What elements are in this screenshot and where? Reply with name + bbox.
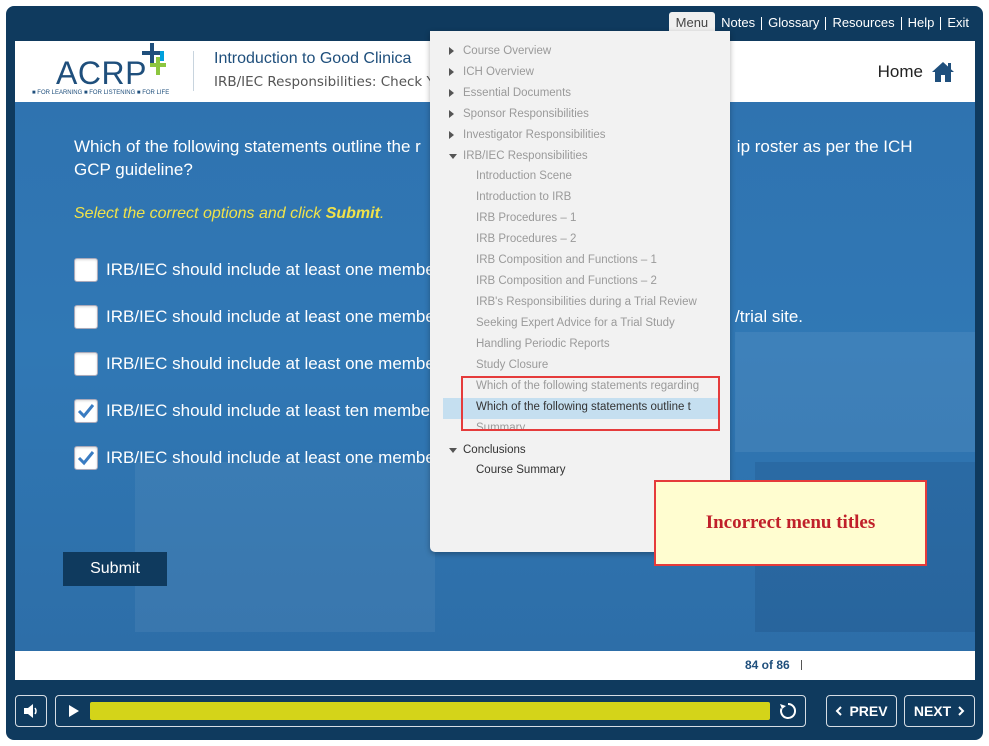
menu-subitem[interactable]: IRB Composition and Functions – 1 — [476, 250, 718, 270]
expand-arrow-icon[interactable] — [449, 110, 454, 118]
submit-button[interactable]: Submit — [63, 552, 167, 586]
menu-subitem[interactable]: IRB Procedures – 1 — [476, 208, 718, 228]
menu-subitem[interactable]: Introduction to IRB — [476, 187, 718, 207]
background-image-shape — [135, 462, 435, 632]
chevron-right-icon — [958, 706, 965, 716]
instruction-suffix: . — [379, 205, 385, 222]
menu-item-irb-iec-responsibilities[interactable]: IRB/IEC Responsibilities — [463, 146, 718, 166]
annotation-note: Incorrect menu titles — [654, 480, 927, 566]
checkmark-icon — [77, 451, 95, 466]
course-menu: Course Overview ICH Overview Essential D… — [430, 31, 730, 552]
checkbox[interactable] — [74, 258, 98, 282]
menu-subitem[interactable]: Introduction Scene — [476, 166, 718, 186]
menu-item-sponsor-responsibilities[interactable]: Sponsor Responsibilities — [463, 104, 718, 124]
footer-divider — [801, 660, 802, 670]
menu-item-conclusions[interactable]: Conclusions — [463, 440, 718, 460]
answer-option[interactable]: IRB/IEC should include at least one memb… — [74, 352, 435, 376]
instruction-prefix: Select the correct options and click — [74, 205, 326, 222]
annotation-highlight-box — [461, 376, 720, 431]
checkbox-checked[interactable] — [74, 399, 98, 423]
volume-button[interactable] — [15, 695, 47, 727]
instruction-text: Select the correct options and click Sub… — [74, 205, 384, 223]
header-divider — [193, 51, 194, 91]
logo-tagline: ■ FOR LEARNING ■ FOR LISTENING ■ FOR LIF… — [32, 90, 170, 96]
menu-subitem[interactable]: IRB Procedures – 2 — [476, 229, 718, 249]
instruction-bold: Submit — [325, 205, 380, 222]
menu-item-essential-documents[interactable]: Essential Documents — [463, 83, 718, 103]
expand-arrow-icon[interactable] — [449, 89, 454, 97]
expand-arrow-icon[interactable] — [449, 47, 454, 55]
progress-bar[interactable] — [90, 702, 770, 720]
menu-item-ich-overview[interactable]: ICH Overview — [463, 62, 718, 82]
slide-footer: 84 of 86 — [15, 651, 975, 680]
question-part-1: Which of the following statements outlin… — [74, 137, 421, 156]
checkbox-checked[interactable] — [74, 446, 98, 470]
speaker-icon — [24, 704, 37, 718]
menu-subitem[interactable]: Course Summary — [476, 460, 718, 480]
checkbox[interactable] — [74, 305, 98, 329]
menu-subitem[interactable]: Seeking Expert Advice for a Trial Study — [476, 313, 718, 333]
menu-subitem[interactable]: IRB Composition and Functions – 2 — [476, 271, 718, 291]
menu-subitem[interactable]: IRB's Responsibilities during a Trial Re… — [476, 292, 718, 312]
acrp-logo: ACRP ■ FOR LEARNING ■ FOR LISTENING ■ FO… — [30, 43, 180, 101]
play-button[interactable] — [62, 699, 86, 723]
home-button[interactable]: Home — [878, 61, 955, 83]
next-label: NEXT — [913, 703, 952, 719]
menu-item-course-overview[interactable]: Course Overview — [463, 41, 718, 61]
option-label: IRB/IEC should include at least one memb… — [106, 354, 435, 373]
question-line-2: GCP guideline? — [74, 160, 193, 179]
menu-item-investigator-responsibilities[interactable]: Investigator Responsibilities — [463, 125, 718, 145]
replay-button[interactable] — [776, 699, 800, 723]
answer-option[interactable]: IRB/IEC should include at least one memb… — [74, 258, 435, 282]
checkbox[interactable] — [74, 352, 98, 376]
expand-arrow-icon[interactable] — [449, 68, 454, 76]
background-image-shape — [735, 332, 975, 452]
chevron-left-icon — [836, 706, 843, 716]
replay-icon — [780, 702, 797, 719]
home-label: Home — [877, 62, 923, 81]
option-label: IRB/IEC should include at least one memb… — [106, 260, 435, 279]
prev-button[interactable]: PREV — [826, 695, 897, 727]
next-button[interactable]: NEXT — [904, 695, 975, 727]
slide-title: IRB/IEC Responsibilities: Check Yo — [214, 74, 442, 90]
page-counter: 84 of 86 — [745, 658, 790, 672]
option-label: IRB/IEC should include at least ten memb… — [106, 401, 431, 420]
answer-option[interactable]: IRB/IEC should include at least one memb… — [74, 305, 803, 329]
resources-link[interactable]: Resources — [826, 12, 900, 34]
menu-subitem[interactable]: Handling Periodic Reports — [476, 334, 718, 354]
logo-cross-icon — [142, 43, 166, 75]
collapse-arrow-icon[interactable] — [449, 154, 457, 159]
course-title: Introduction to Good Clinica — [214, 50, 412, 67]
help-link[interactable]: Help — [902, 12, 941, 34]
option-label-tail: /trial site. — [735, 307, 804, 326]
answer-option[interactable]: IRB/IEC should include at least ten memb… — [74, 399, 430, 423]
play-icon — [69, 705, 79, 717]
option-label: IRB/IEC should include at least one memb… — [106, 307, 435, 326]
collapse-arrow-icon[interactable] — [449, 448, 457, 453]
expand-arrow-icon[interactable] — [449, 131, 454, 139]
progress-fill — [90, 702, 770, 720]
prev-label: PREV — [849, 703, 888, 719]
menu-subitem[interactable]: Study Closure — [476, 355, 718, 375]
exit-link[interactable]: Exit — [941, 12, 975, 34]
answer-option[interactable]: IRB/IEC should include at least one memb… — [74, 446, 435, 470]
glossary-link[interactable]: Glossary — [762, 12, 825, 34]
checkmark-icon — [77, 404, 95, 419]
option-label: IRB/IEC should include at least one memb… — [106, 448, 435, 467]
home-icon — [932, 62, 954, 82]
question-part-2: ip roster as per the ICH — [736, 137, 913, 156]
logo-text: ACRP — [56, 55, 147, 91]
